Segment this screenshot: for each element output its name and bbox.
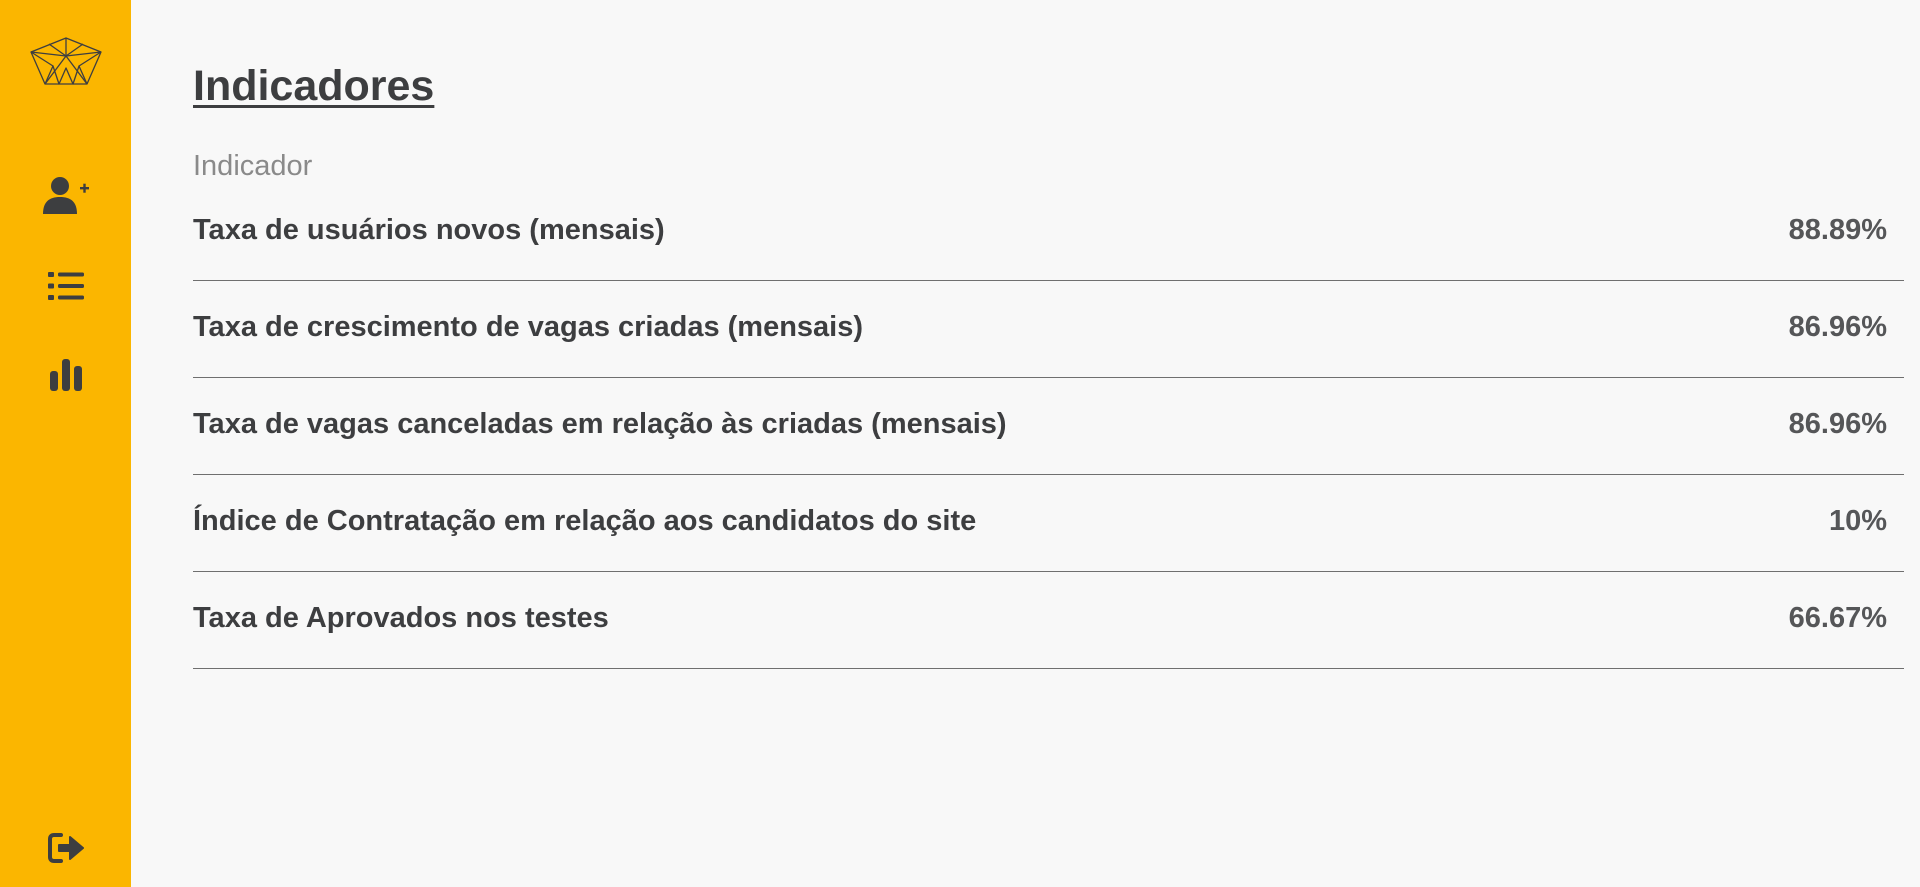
indicator-value: 10%: [1828, 505, 1887, 537]
sidebar-item-add-user[interactable]: [0, 174, 131, 218]
indicator-label: Taxa de vagas canceladas em relação às c…: [193, 408, 1007, 440]
indicator-value: 88.89%: [1788, 214, 1887, 246]
logo-icon: [0, 34, 131, 90]
sign-out-icon: [47, 833, 84, 863]
column-header-indicator: Indicador: [193, 150, 313, 182]
indicator-label: Taxa de usuários novos (mensais): [193, 214, 665, 246]
logout-button[interactable]: [0, 826, 131, 870]
bar-chart-icon: [49, 359, 82, 391]
indicator-row: Taxa de vagas canceladas em relação às c…: [193, 378, 1904, 475]
indicator-row: Taxa de Aprovados nos testes 66.67%: [193, 572, 1904, 669]
sidebar: [0, 0, 131, 887]
user-plus-icon: [42, 177, 89, 214]
sidebar-item-list[interactable]: [0, 264, 131, 308]
indicator-row: Taxa de crescimento de vagas criadas (me…: [193, 281, 1904, 378]
page-title: Indicadores: [193, 62, 435, 110]
sidebar-item-indicators[interactable]: [0, 353, 131, 397]
indicator-label: Índice de Contratação em relação aos can…: [193, 505, 977, 537]
indicator-value: 86.96%: [1788, 408, 1887, 440]
indicator-label: Taxa de Aprovados nos testes: [193, 602, 609, 634]
indicator-row: Índice de Contratação em relação aos can…: [193, 475, 1904, 572]
indicators-list: Taxa de usuários novos (mensais) 88.89% …: [193, 184, 1904, 669]
indicator-label: Taxa de crescimento de vagas criadas (me…: [193, 311, 864, 343]
indicator-value: 86.96%: [1788, 311, 1887, 343]
indicator-row: Taxa de usuários novos (mensais) 88.89%: [193, 184, 1904, 281]
list-icon: [47, 272, 84, 300]
indicator-value: 66.67%: [1788, 602, 1887, 634]
